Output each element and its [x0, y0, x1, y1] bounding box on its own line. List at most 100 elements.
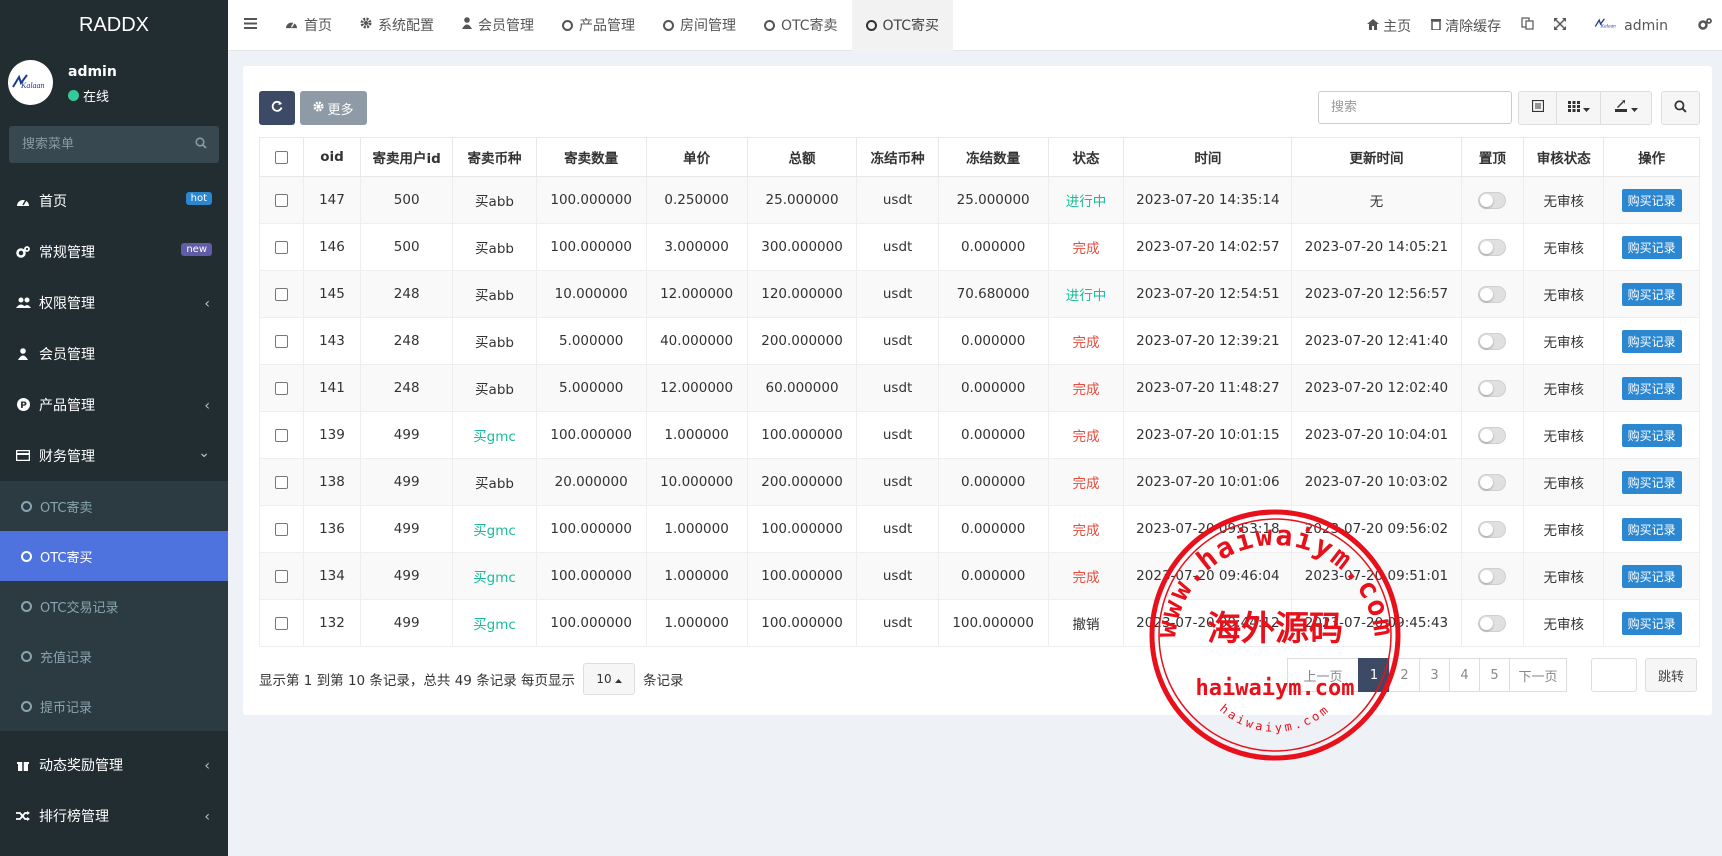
column-header[interactable]: 审核状态	[1523, 137, 1605, 177]
row-checkbox[interactable]	[274, 522, 288, 536]
next-page-button[interactable]: 下一页	[1509, 658, 1567, 692]
purchase-records-button[interactable]: 购买记录	[1621, 517, 1682, 541]
pin-toggle[interactable]	[1478, 614, 1507, 632]
refresh-button[interactable]	[259, 91, 295, 125]
table-row[interactable]: 141 248 买abb 5.000000 12.000000 60.000000 usdt…	[259, 364, 1700, 412]
table-row[interactable]: 143 248 买abb 5.000000 40.000000 200.000000 usd…	[259, 317, 1700, 365]
search-icon[interactable]	[195, 137, 207, 153]
row-checkbox[interactable]	[274, 334, 288, 348]
page-button[interactable]: 1	[1358, 658, 1390, 692]
row-checkbox[interactable]	[274, 240, 288, 254]
sidebar-item-withdraw[interactable]: 提币记录	[0, 681, 228, 731]
purchase-records-button[interactable]: 购买记录	[1621, 188, 1682, 212]
sidebar-search-input[interactable]	[9, 126, 219, 163]
sidebar-item-otc-trades[interactable]: OTC交易记录	[0, 581, 228, 631]
columns-dropdown[interactable]	[1557, 92, 1601, 124]
jump-button[interactable]: 跳转	[1645, 658, 1697, 692]
table-row[interactable]: 134 499 买gmc 100.000000 1.000000 100.000000 us…	[259, 552, 1700, 600]
settings-button[interactable]	[1678, 17, 1722, 35]
purchase-records-button[interactable]: 购买记录	[1621, 611, 1682, 635]
column-header[interactable]: 寄卖币种	[452, 137, 537, 177]
sidebar-item-otc-sell[interactable]: OTC寄卖	[0, 481, 228, 531]
sidebar-toggle-button[interactable]	[228, 0, 271, 51]
column-header[interactable]: 冻结币种	[856, 137, 939, 177]
home-link[interactable]: 主页	[1357, 16, 1421, 36]
user-menu[interactable]: Kalaan admin	[1576, 17, 1678, 35]
more-button[interactable]: 更多	[300, 91, 367, 125]
pin-toggle[interactable]	[1478, 191, 1507, 209]
purchase-records-button[interactable]: 购买记录	[1621, 376, 1682, 400]
sidebar-item-general[interactable]: 常规管理 new	[0, 226, 228, 277]
column-header[interactable]: 时间	[1123, 137, 1293, 177]
sidebar-item-otc-buy[interactable]: OTC寄买	[0, 531, 228, 581]
pin-toggle[interactable]	[1478, 238, 1507, 256]
sidebar-item-leaderboard[interactable]: 排行榜管理 ‹	[0, 790, 228, 841]
tab-home[interactable]: 首页	[271, 0, 346, 51]
brand-logo[interactable]: RADDX	[0, 0, 228, 50]
row-checkbox[interactable]	[274, 475, 288, 489]
column-header[interactable]: 更新时间	[1291, 137, 1462, 177]
page-button[interactable]: 5	[1479, 658, 1510, 692]
search-input[interactable]	[1319, 92, 1511, 123]
table-row[interactable]: 136 499 买gmc 100.000000 1.000000 100.000000 us…	[259, 505, 1700, 553]
page-size-select[interactable]: 10	[582, 663, 635, 695]
purchase-records-button[interactable]: 购买记录	[1621, 470, 1682, 494]
row-checkbox[interactable]	[274, 616, 288, 630]
column-header[interactable]: oid	[302, 137, 362, 177]
purchase-records-button[interactable]: 购买记录	[1621, 564, 1682, 588]
column-header[interactable]: 单价	[645, 137, 748, 177]
fullscreen-button[interactable]	[1544, 17, 1576, 34]
page-button[interactable]: 3	[1419, 658, 1450, 692]
pin-toggle[interactable]	[1478, 520, 1507, 538]
pin-toggle[interactable]	[1478, 567, 1507, 585]
column-header[interactable]: 寄卖数量	[535, 137, 647, 177]
sidebar-item-finance[interactable]: 财务管理 ⌄	[0, 430, 228, 481]
language-toggle[interactable]	[1511, 17, 1544, 34]
tab-otc-sell[interactable]: OTC寄卖	[750, 0, 852, 51]
export-dropdown[interactable]	[1601, 92, 1651, 124]
tab-otc-buy[interactable]: OTC寄买	[851, 0, 954, 51]
purchase-records-button[interactable]: 购买记录	[1621, 282, 1682, 306]
pin-toggle[interactable]	[1478, 426, 1507, 444]
pin-toggle[interactable]	[1478, 285, 1507, 303]
pin-toggle[interactable]	[1478, 379, 1507, 397]
table-row[interactable]: 145 248 买abb 10.000000 12.000000 120.000000 us…	[259, 270, 1700, 318]
sidebar-item-home[interactable]: 首页 hot	[0, 175, 228, 226]
row-checkbox[interactable]	[274, 569, 288, 583]
purchase-records-button[interactable]: 购买记录	[1621, 423, 1682, 447]
table-row[interactable]: 146 500 买abb 100.000000 3.000000 300.000000 us…	[259, 223, 1700, 271]
tab-system-config[interactable]: 系统配置	[346, 0, 448, 51]
sidebar-item-recharge[interactable]: 充值记录	[0, 631, 228, 681]
column-header[interactable]: 寄卖用户id	[360, 137, 454, 177]
purchase-records-button[interactable]: 购买记录	[1621, 329, 1682, 353]
page-button[interactable]: 2	[1389, 658, 1420, 692]
tab-rooms[interactable]: 房间管理	[649, 0, 750, 51]
advanced-search-button[interactable]	[1661, 91, 1700, 125]
prev-page-button[interactable]: 上一页	[1287, 658, 1359, 692]
pin-toggle[interactable]	[1478, 473, 1507, 491]
sidebar-item-members[interactable]: 会员管理	[0, 328, 228, 379]
sidebar-item-products[interactable]: P 产品管理 ‹	[0, 379, 228, 430]
row-checkbox[interactable]	[274, 193, 288, 207]
column-header[interactable]: 状态	[1047, 137, 1125, 177]
sidebar-item-rewards[interactable]: 动态奖励管理 ‹	[0, 739, 228, 790]
tab-members[interactable]: 会员管理	[448, 0, 548, 51]
table-row[interactable]: 147 500 买abb 100.000000 0.250000 25.000000 usd…	[259, 176, 1700, 224]
row-checkbox[interactable]	[274, 381, 288, 395]
jump-page-input[interactable]	[1591, 658, 1637, 692]
sidebar-item-permissions[interactable]: 权限管理 ‹	[0, 277, 228, 328]
table-row[interactable]: 139 499 买gmc 100.000000 1.000000 100.000000 us…	[259, 411, 1700, 459]
toggle-view-button[interactable]	[1519, 92, 1557, 124]
purchase-records-button[interactable]: 购买记录	[1621, 235, 1682, 259]
table-row[interactable]: 138 499 买abb 20.000000 10.000000 200.000000 us…	[259, 458, 1700, 506]
column-header[interactable]: 总额	[746, 137, 858, 177]
table-row[interactable]: 132 499 买gmc 100.000000 1.000000 100.000000 us…	[259, 599, 1700, 647]
select-all-checkbox[interactable]	[274, 150, 288, 164]
tab-products[interactable]: 产品管理	[548, 0, 649, 51]
row-checkbox[interactable]	[274, 428, 288, 442]
row-checkbox[interactable]	[274, 287, 288, 301]
clear-cache-button[interactable]: 清除缓存	[1421, 16, 1511, 36]
column-header[interactable]: 冻结数量	[937, 137, 1049, 177]
page-button[interactable]: 4	[1449, 658, 1480, 692]
pin-toggle[interactable]	[1478, 332, 1507, 350]
